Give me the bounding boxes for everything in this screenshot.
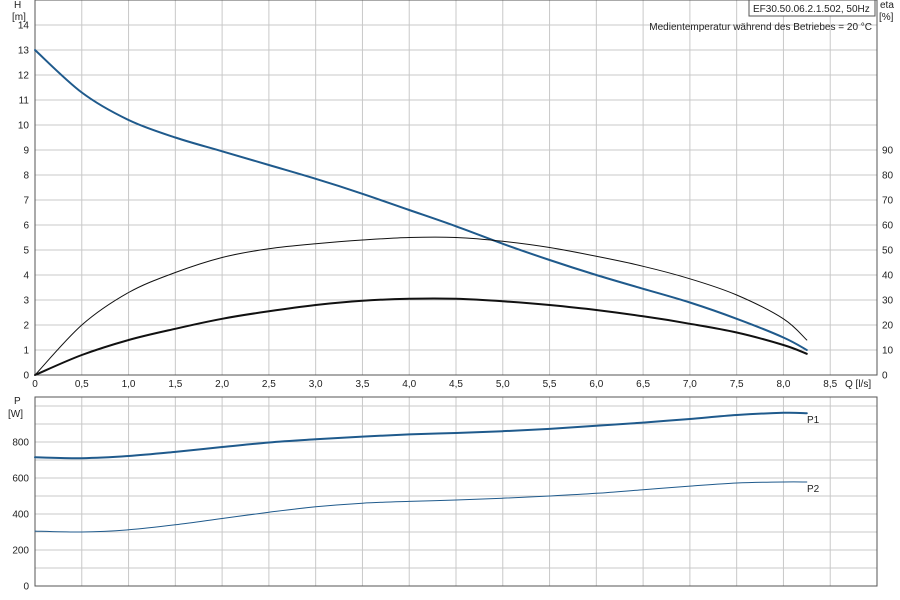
model-label: EF30.50.06.2.1.502, 50Hz [753,4,870,15]
x-tick-label: 2,0 [215,379,229,390]
p-tick-label: 400 [12,510,29,521]
y-left-tick-label: 1 [23,346,29,357]
y-left-tick-label: 9 [23,146,29,157]
y-right-tick-label: 70 [882,196,894,207]
y-left-tick-label: 6 [23,221,29,232]
x-tick-label: 2,5 [262,379,276,390]
x-tick-label: 7,5 [730,379,744,390]
y-left-tick-label: 4 [23,271,29,282]
x-tick-label: 1,5 [168,379,182,390]
y-right-tick-label: 60 [882,221,894,232]
temperature-note: Medientemperatur während des Betriebes =… [649,22,872,33]
y-left-tick-label: 0 [23,371,29,382]
y-left-tick-label: 10 [18,121,30,132]
y-left-tick-label: 5 [23,246,29,257]
x-tick-label: 4,0 [402,379,416,390]
x-tick-label: 0 [32,379,38,390]
y-left-tick-label: 2 [23,321,29,332]
p-tick-label: 800 [12,438,29,449]
y-left-unit: [m] [12,12,26,23]
p-tick-label: 0 [23,582,29,593]
y-right-tick-label: 40 [882,271,894,282]
x-tick-label: 0,5 [75,379,89,390]
p-axis-unit: [W] [8,409,23,420]
y-right-tick-label: 50 [882,246,894,257]
y-left-tick-label: 11 [19,96,30,107]
y-left-tick-label: 13 [18,46,30,57]
y-left-tick-label: 8 [23,171,29,182]
x-tick-label: 4,5 [449,379,463,390]
y-left-tick-label: 3 [23,296,29,307]
y-right-tick-label: 10 [882,346,894,357]
x-tick-label: 5,0 [496,379,510,390]
p-tick-label: 200 [12,546,29,557]
y-left-tick-label: 12 [18,71,30,82]
y-left-label: H [14,0,21,11]
x-tick-label: 6,5 [636,379,650,390]
y-left-tick-label: 7 [23,196,29,207]
x-tick-label: 8,5 [823,379,837,390]
pump-curve-chart: 0 0,5 1,0 1,5 2,0 2,5 3,0 3,5 4,0 4,5 5,0 5,5 6,0 6,5… [0,0,900,600]
x-axis-label: Q [l/s] [845,379,871,390]
p-tick-label: 600 [12,474,29,485]
p1-label: P1 [807,415,820,426]
x-tick-label: 3,0 [309,379,323,390]
y-right-tick-label: 0 [882,371,888,382]
x-tick-label: 7,0 [683,379,697,390]
y-right-tick-label: 30 [882,296,894,307]
x-tick-label: 1,0 [122,379,136,390]
y-right-unit: [%] [879,12,894,23]
p2-label: P2 [807,484,820,495]
x-tick-label: 8,0 [776,379,790,390]
x-tick-label: 6,0 [589,379,603,390]
y-right-tick-label: 90 [882,146,894,157]
y-right-label: eta [880,0,894,11]
y-right-tick-label: 20 [882,321,894,332]
x-tick-label: 5,5 [543,379,557,390]
y-right-tick-label: 80 [882,171,894,182]
x-tick-label: 3,5 [355,379,369,390]
p-axis-label: P [14,396,21,407]
